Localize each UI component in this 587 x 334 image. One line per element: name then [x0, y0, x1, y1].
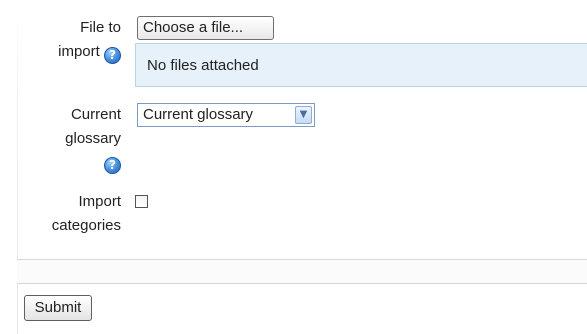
file-label-line1: File to — [80, 19, 121, 36]
glossary-label-line2: glossary — [65, 130, 121, 147]
filepicker-status-text: No files attached — [147, 57, 259, 74]
import-entries-form: File to import ? Choose a file... No fil… — [0, 0, 587, 334]
current-glossary-label: Current glossary ? — [65, 103, 121, 174]
form-section-divider — [17, 259, 587, 284]
choose-file-button[interactable]: Choose a file... — [137, 16, 274, 40]
import-categories-checkbox[interactable] — [135, 195, 148, 208]
glossary-selected-value: Current glossary — [143, 106, 254, 123]
file-label-text: import — [58, 43, 100, 60]
filepicker-drop-area[interactable]: No files attached — [135, 43, 587, 87]
file-to-import-label: File to import ? — [58, 16, 121, 64]
chevron-down-icon[interactable]: ▼ — [295, 106, 312, 124]
help-icon[interactable]: ? — [104, 47, 121, 64]
help-icon[interactable]: ? — [104, 157, 121, 174]
import-categories-label: Import categories — [52, 190, 121, 238]
file-label-line2: import ? — [58, 40, 121, 64]
categories-label-line1: Import — [78, 193, 121, 210]
glossary-help-row: ? — [65, 151, 121, 174]
current-glossary-select[interactable]: Current glossary ▼ — [137, 103, 315, 127]
glossary-label-line1: Current — [70, 106, 121, 123]
submit-button[interactable]: Submit — [24, 295, 92, 321]
categories-label-line2: categories — [51, 217, 121, 234]
